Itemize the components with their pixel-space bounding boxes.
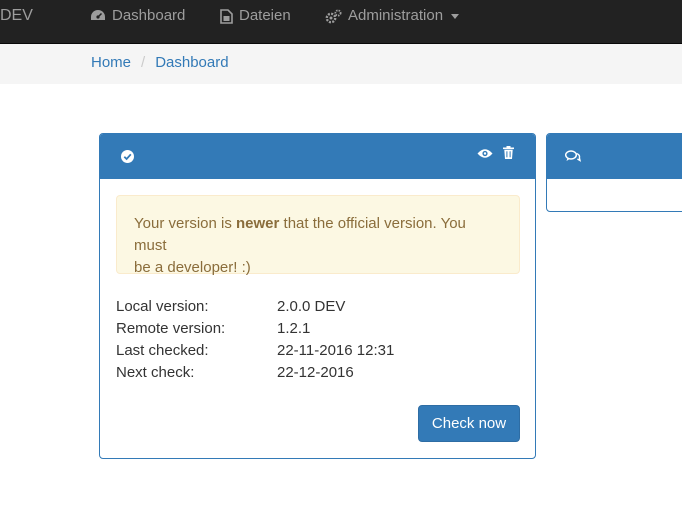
comments-panel-heading (547, 134, 682, 179)
nav-dateien[interactable]: Dateien (220, 0, 291, 32)
info-value: 22-11-2016 12:31 (277, 342, 395, 359)
dashboard-icon (91, 10, 105, 20)
file-icon (220, 8, 233, 24)
nav-dashboard-label: Dashboard (112, 7, 186, 24)
version-panel: Your version is newer that the official … (99, 133, 536, 459)
alert-text-line2: be a developer! :) (134, 259, 251, 276)
info-label: Next check: (116, 364, 195, 381)
breadcrumb-home[interactable]: Home (91, 44, 131, 84)
comments-panel (546, 133, 682, 212)
info-row-local-version: Local version: 2.0.0 DEV (116, 296, 394, 318)
top-navbar: DEV Dashboard Dateien Administration (0, 0, 682, 44)
nav-dashboard[interactable]: Dashboard (90, 0, 185, 32)
info-value: 2.0.0 DEV (277, 298, 346, 315)
breadcrumb-bar: Home / Dashboard (0, 44, 682, 84)
alert-text-emphasis: newer (236, 215, 280, 232)
comments-icon (565, 150, 581, 162)
info-label: Last checked: (116, 342, 209, 359)
alert-text-prefix: Your version is (134, 215, 236, 232)
nav-administration[interactable]: Administration (325, 0, 460, 32)
version-info-list: Local version: 2.0.0 DEV Remote version:… (116, 296, 394, 384)
info-row-last-checked: Last checked: 22-11-2016 12:31 (116, 340, 394, 362)
version-panel-heading (100, 134, 535, 179)
breadcrumb-dashboard[interactable]: Dashboard (155, 44, 228, 84)
caret-down-icon (451, 13, 460, 19)
cogs-icon (325, 9, 342, 23)
info-value: 1.2.1 (277, 320, 311, 337)
check-now-button[interactable]: Check now (418, 405, 520, 442)
check-circle-icon (121, 150, 134, 163)
trash-icon[interactable] (503, 146, 514, 159)
brand-label[interactable]: DEV (0, 0, 33, 32)
info-row-next-check: Next check: 22-12-2016 (116, 362, 394, 384)
breadcrumb-separator: / (141, 54, 146, 71)
nav-dateien-label: Dateien (239, 7, 291, 24)
eye-icon[interactable] (477, 148, 493, 159)
info-label: Remote version: (116, 320, 226, 337)
info-row-remote-version: Remote version: 1.2.1 (116, 318, 394, 340)
nav-administration-label: Administration (348, 7, 444, 24)
breadcrumb: Home / Dashboard (91, 44, 229, 84)
version-alert: Your version is newer that the official … (116, 195, 520, 276)
info-value: 22-12-2016 (277, 364, 354, 381)
info-label: Local version: (116, 298, 209, 315)
